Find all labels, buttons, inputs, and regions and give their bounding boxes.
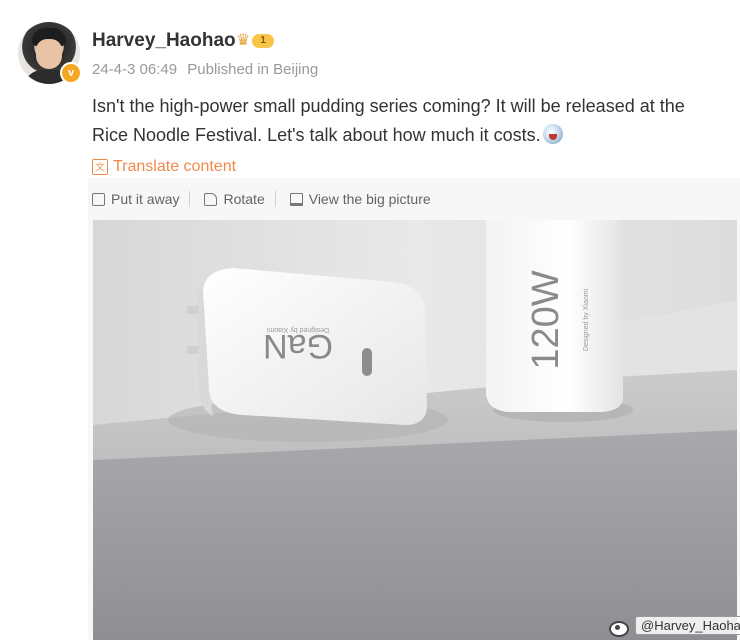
weibo-icon	[609, 617, 631, 637]
verified-v-icon: v	[60, 62, 82, 84]
media-card: Put it away Rotate View the big picture	[88, 178, 740, 640]
translate-button[interactable]: 文 Translate content	[92, 158, 236, 176]
translate-label: Translate content	[113, 158, 237, 175]
gan-charger: GaN Designed by Xiaomi	[187, 268, 427, 425]
post-text-body: Isn't the high-power small pudding serie…	[92, 96, 685, 145]
svg-text:Designed by Xiaomi: Designed by Xiaomi	[266, 326, 329, 333]
post-location: Published in Beijing	[187, 61, 319, 78]
badge-level: 1	[252, 34, 274, 48]
username[interactable]: Harvey_Haohao	[92, 30, 236, 52]
view-big-picture-icon	[289, 192, 303, 206]
120w-charger: 120W Designed by Xiaomi	[486, 220, 633, 422]
photo-watermark: @Harvey_Haohao	[609, 616, 740, 637]
watermark-text: @Harvey_Haohao	[635, 616, 740, 635]
post-timestamp[interactable]: 24-4-3 06:49	[92, 61, 177, 78]
media-toolbar: Put it away Rotate View the big picture	[88, 178, 740, 220]
user-level-badge[interactable]: ♛ 1	[236, 32, 274, 50]
toolbar-divider	[274, 191, 276, 207]
svg-text:Designed by Xiaomi: Designed by Xiaomi	[583, 288, 590, 351]
post-meta: 24-4-3 06:49 Published in Beijing	[92, 61, 318, 78]
avatar[interactable]: v	[18, 22, 82, 84]
rotate-label: Rotate	[223, 191, 265, 207]
rotate-button[interactable]: Rotate	[200, 191, 265, 207]
translate-icon: 文	[92, 159, 108, 175]
view-big-picture-label: View the big picture	[308, 191, 431, 207]
surprised-emoji-icon	[542, 124, 563, 144]
crown-icon: ♛	[236, 32, 251, 49]
put-away-button[interactable]: Put it away	[88, 191, 179, 207]
post-photo[interactable]: GaN Designed by Xiaomi 120W Designed by …	[93, 220, 737, 640]
post-text: Isn't the high-power small pudding serie…	[92, 92, 722, 150]
svg-text:120W: 120W	[525, 270, 567, 369]
toolbar-divider	[189, 191, 191, 207]
put-away-label: Put it away	[111, 191, 180, 207]
view-big-picture-button[interactable]: View the big picture	[286, 191, 431, 207]
collapse-icon	[92, 192, 105, 206]
rotate-icon	[204, 192, 218, 206]
